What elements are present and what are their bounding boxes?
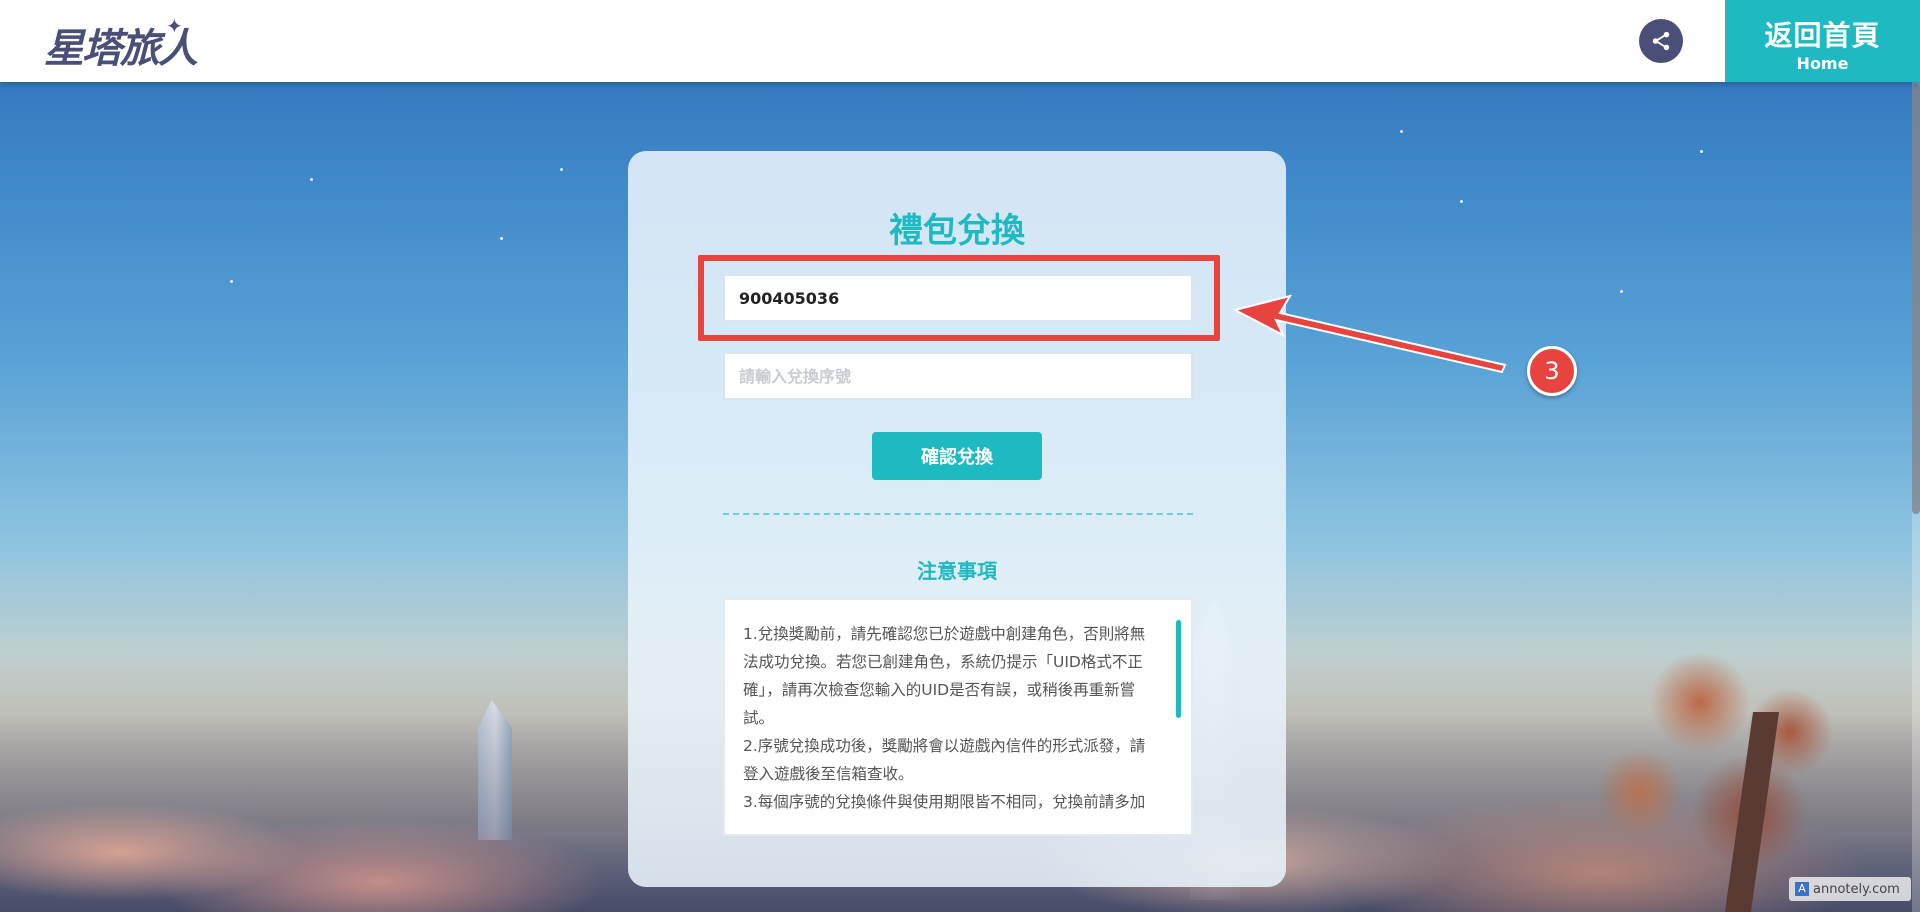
watermark-text: annotely.com — [1813, 881, 1900, 897]
divider — [723, 513, 1193, 515]
home-button-label: 返回首頁 — [1764, 19, 1881, 52]
page-scrollbar-thumb[interactable] — [1912, 84, 1920, 514]
home-button[interactable]: 返回首頁 Home — [1725, 0, 1920, 82]
watermark: A annotely.com — [1789, 877, 1911, 901]
redeem-code-input[interactable] — [723, 352, 1193, 400]
logo-sparkle-icon: ✦ — [166, 14, 183, 38]
notes-title: 注意事項 — [917, 559, 997, 583]
note-item: 3.每個序號的兌換條件與使用期限皆不相同，兌換前請多加 — [743, 793, 1146, 811]
note-item: 2.序號兌換成功後，獎勵將會以遊戲內信件的形式派發，請登入遊戲後至信箱查收。 — [743, 737, 1146, 783]
note-item: 1.兌換獎勵前，請先確認您已於遊戲中創建角色，否則將無法成功兌換。若您已創建角色… — [743, 625, 1146, 727]
notes-text: 1.兌換獎勵前，請先確認您已於遊戲中創建角色，否則將無法成功兌換。若您已創建角色… — [743, 620, 1153, 816]
annotation-step-badge: 3 — [1527, 346, 1577, 396]
annotation-highlight-box — [698, 255, 1220, 341]
share-icon — [1652, 31, 1670, 51]
page-title: 禮包兌換 — [889, 211, 1025, 251]
site-header: 星塔旅人 ✦ 返回首頁 Home — [0, 0, 1920, 82]
notes-box[interactable]: 1.兌換獎勵前，請先確認您已於遊戲中創建角色，否則將無法成功兌換。若您已創建角色… — [723, 598, 1193, 836]
watermark-logo-icon: A — [1795, 882, 1809, 896]
share-button[interactable] — [1639, 19, 1683, 63]
home-button-sublabel: Home — [1796, 54, 1849, 73]
notes-scroll-thumb[interactable] — [1176, 620, 1181, 718]
confirm-redeem-button[interactable]: 確認兌換 — [872, 432, 1042, 480]
